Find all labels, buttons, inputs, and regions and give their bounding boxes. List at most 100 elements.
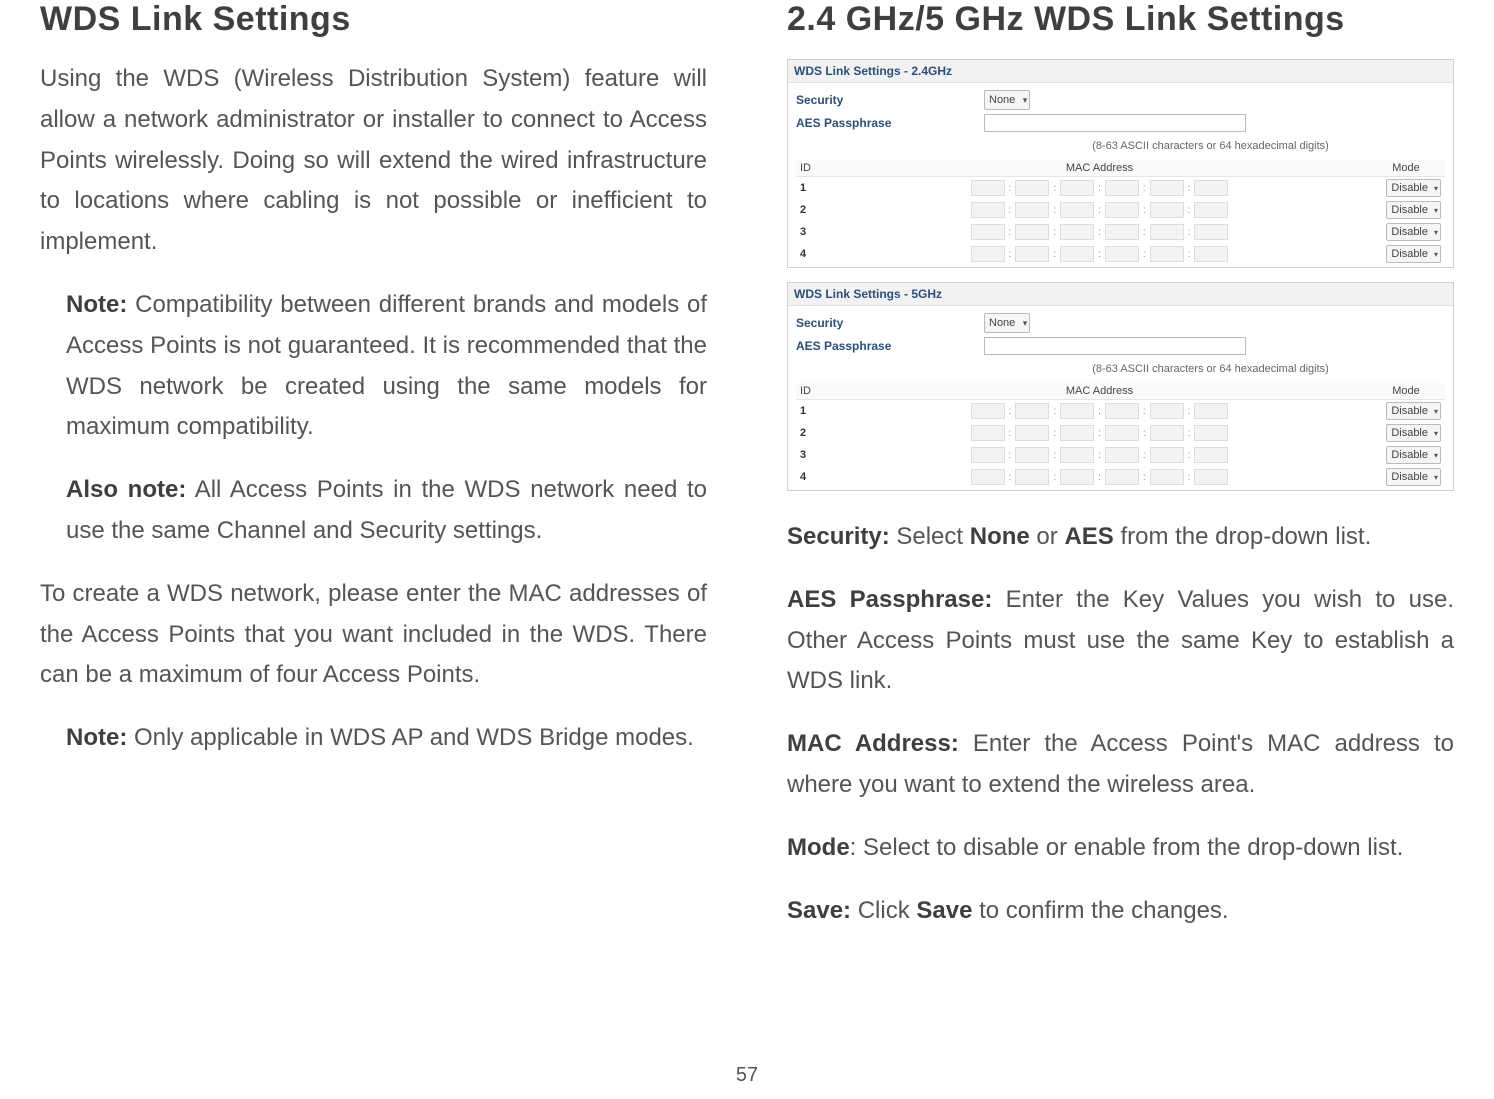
mac-octet-input[interactable] [1194, 246, 1228, 262]
row-mode: Disable [1367, 466, 1445, 488]
mac-octet-input[interactable] [1150, 180, 1184, 196]
mac-octet-input[interactable] [1194, 469, 1228, 485]
mac-colon: : [1098, 428, 1101, 439]
col-id-24: ID [796, 160, 832, 177]
mac-octet-input[interactable] [971, 224, 1005, 240]
mac-octet-input[interactable] [1015, 224, 1049, 240]
mac-octet-input[interactable] [1060, 224, 1094, 240]
mac-octet-input[interactable] [971, 180, 1005, 196]
mode-select[interactable]: Disable [1386, 201, 1441, 219]
mode-select[interactable]: Disable [1386, 402, 1441, 420]
col-mode-24: Mode [1367, 160, 1445, 177]
mac-octet-input[interactable] [1060, 246, 1094, 262]
row-mac: ::::: [832, 422, 1367, 444]
mac-octet-input[interactable] [1060, 447, 1094, 463]
row-mode: Disable [1367, 400, 1445, 423]
def-save: Save: Click Save to confirm the changes. [787, 891, 1454, 932]
security-select-5[interactable]: None [984, 313, 1030, 333]
mac-colon: : [1098, 227, 1101, 238]
panel-body-5ghz: Security None AES Passphrase (8-63 ASCII… [788, 306, 1453, 490]
security-label-5: Security [796, 316, 976, 330]
table-row: 3:::::Disable [796, 221, 1445, 243]
mac-octet-input[interactable] [1105, 180, 1139, 196]
wds-panel-24ghz: WDS Link Settings - 2.4GHz Security None… [787, 59, 1454, 268]
mac-colon: : [1009, 227, 1012, 238]
mac-octet-input[interactable] [1105, 469, 1139, 485]
mac-colon: : [1053, 205, 1056, 216]
mac-octet-input[interactable] [1060, 469, 1094, 485]
mac-octet-input[interactable] [1194, 224, 1228, 240]
row-mac: ::::: [832, 400, 1367, 423]
mac-octet-input[interactable] [1105, 425, 1139, 441]
mac-table-24: ID MAC Address Mode 1:::::Disable2:::::D… [796, 160, 1445, 265]
mac-octet-input[interactable] [1060, 202, 1094, 218]
mac-octet-input[interactable] [971, 447, 1005, 463]
row-mode: Disable [1367, 422, 1445, 444]
mac-colon: : [1098, 406, 1101, 417]
mac-octet-input[interactable] [1015, 180, 1049, 196]
table-row: 4:::::Disable [796, 466, 1445, 488]
mac-octet-input[interactable] [1150, 224, 1184, 240]
table-row: 2:::::Disable [796, 199, 1445, 221]
security-select-24[interactable]: None [984, 90, 1030, 110]
mac-octet-input[interactable] [1150, 403, 1184, 419]
mode-select[interactable]: Disable [1386, 446, 1441, 464]
mac-octet-input[interactable] [1060, 425, 1094, 441]
mac-octet-input[interactable] [1194, 403, 1228, 419]
mac-octet-input[interactable] [1015, 425, 1049, 441]
table-row: 1:::::Disable [796, 400, 1445, 423]
col-mode-5: Mode [1367, 383, 1445, 400]
mac-octet-input[interactable] [971, 425, 1005, 441]
table-row: 3:::::Disable [796, 444, 1445, 466]
mac-octet-input[interactable] [1015, 246, 1049, 262]
mode-select[interactable]: Disable [1386, 245, 1441, 263]
mac-colon: : [1188, 183, 1191, 194]
mode-select[interactable]: Disable [1386, 468, 1441, 486]
passphrase-input-5[interactable] [984, 337, 1246, 355]
mac-colon: : [1053, 428, 1056, 439]
mac-octet-input[interactable] [1194, 202, 1228, 218]
mac-octet-input[interactable] [971, 469, 1005, 485]
mac-octet-input[interactable] [1015, 447, 1049, 463]
mac-octet-input[interactable] [1060, 180, 1094, 196]
mac-octet-input[interactable] [1105, 403, 1139, 419]
mac-octet-input[interactable] [1194, 425, 1228, 441]
mac-octet-input[interactable] [1015, 202, 1049, 218]
mac-octet-input[interactable] [1150, 469, 1184, 485]
mac-octet-input[interactable] [971, 202, 1005, 218]
mac-colon: : [1053, 472, 1056, 483]
mac-octet-input[interactable] [1015, 469, 1049, 485]
mac-colon: : [1009, 406, 1012, 417]
mac-octet-input[interactable] [1150, 447, 1184, 463]
row-mode: Disable [1367, 243, 1445, 265]
row-mac: ::::: [832, 199, 1367, 221]
mode-select[interactable]: Disable [1386, 223, 1441, 241]
mac-colon: : [1143, 428, 1146, 439]
mac-octet-input[interactable] [1015, 403, 1049, 419]
wds-panel-5ghz: WDS Link Settings - 5GHz Security None A… [787, 282, 1454, 491]
mac-octet-input[interactable] [971, 403, 1005, 419]
mode-select[interactable]: Disable [1386, 424, 1441, 442]
mac-octet-input[interactable] [1150, 246, 1184, 262]
security-row-24: Security None [796, 90, 1445, 110]
mac-colon: : [1188, 227, 1191, 238]
hint-row-5: (8-63 ASCII characters or 64 hexadecimal… [796, 359, 1445, 379]
note-2-label: Also note: [66, 476, 186, 503]
mac-colon: : [1188, 406, 1191, 417]
row-mode: Disable [1367, 177, 1445, 200]
panel-header-24ghz: WDS Link Settings - 2.4GHz [788, 60, 1453, 83]
def-save-label: Save: [787, 897, 851, 924]
mac-octet-input[interactable] [1105, 202, 1139, 218]
mac-octet-input[interactable] [1105, 447, 1139, 463]
mac-octet-input[interactable] [1194, 447, 1228, 463]
hint-row-24: (8-63 ASCII characters or 64 hexadecimal… [796, 136, 1445, 156]
mac-octet-input[interactable] [1105, 224, 1139, 240]
mac-octet-input[interactable] [971, 246, 1005, 262]
mac-octet-input[interactable] [1060, 403, 1094, 419]
mac-octet-input[interactable] [1150, 425, 1184, 441]
mac-octet-input[interactable] [1105, 246, 1139, 262]
mac-octet-input[interactable] [1150, 202, 1184, 218]
passphrase-input-24[interactable] [984, 114, 1246, 132]
mac-octet-input[interactable] [1194, 180, 1228, 196]
mode-select[interactable]: Disable [1386, 179, 1441, 197]
